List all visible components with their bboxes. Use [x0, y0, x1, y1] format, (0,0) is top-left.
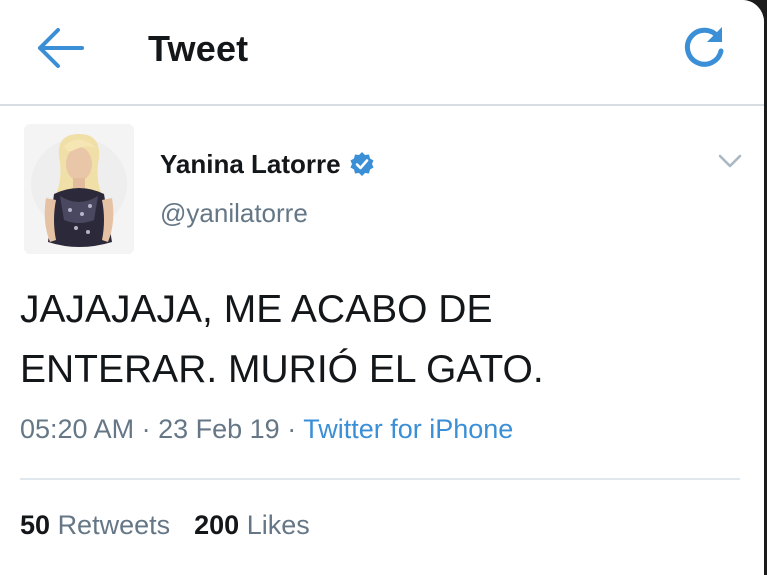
page-title: Tweet — [148, 28, 249, 69]
refresh-icon — [684, 27, 724, 67]
arrow-left-icon — [38, 28, 84, 68]
chevron-down-icon — [718, 154, 742, 168]
meta-separator: · — [287, 414, 297, 444]
meta-separator: · — [141, 414, 151, 444]
back-button[interactable] — [36, 26, 86, 70]
divider — [20, 478, 740, 480]
tweet-text: JAJAJAJA, ME ACABO DE ENTERAR. MURIÓ EL … — [20, 288, 544, 391]
tweet-source-link[interactable]: Twitter for iPhone — [303, 414, 513, 444]
likes-label: Likes — [246, 510, 310, 540]
retweets-count: 50 — [20, 510, 51, 540]
likes-stat[interactable]: 200 Likes — [194, 510, 310, 540]
author-name: Yanina Latorre — [160, 148, 341, 179]
tweet-date: 23 Feb 19 — [158, 414, 280, 444]
retweets-label: Retweets — [57, 510, 171, 540]
author-handle[interactable]: @yanilatorre — [160, 198, 308, 229]
device-frame: Tweet Yanina Latorre @yanilatorre JAJAJA… — [0, 0, 767, 575]
verified-badge-icon — [350, 152, 374, 176]
tweet-stats: 50 Retweets 200 Likes — [20, 510, 310, 541]
tweet-time: 05:20 AM — [20, 414, 135, 444]
tweet-screen: Tweet Yanina Latorre @yanilatorre JAJAJA… — [0, 0, 764, 575]
tweet-meta: 05:20 AM · 23 Feb 19 · Twitter for iPhon… — [20, 414, 513, 445]
author-name-row[interactable]: Yanina Latorre — [160, 144, 375, 184]
retweets-stat[interactable]: 50 Retweets — [20, 510, 170, 540]
likes-count: 200 — [194, 510, 240, 540]
top-bar: Tweet — [0, 0, 764, 106]
tweet-menu-button[interactable] — [716, 150, 744, 172]
profile-photo — [24, 124, 134, 254]
refresh-button[interactable] — [680, 23, 728, 71]
avatar[interactable] — [24, 124, 134, 254]
